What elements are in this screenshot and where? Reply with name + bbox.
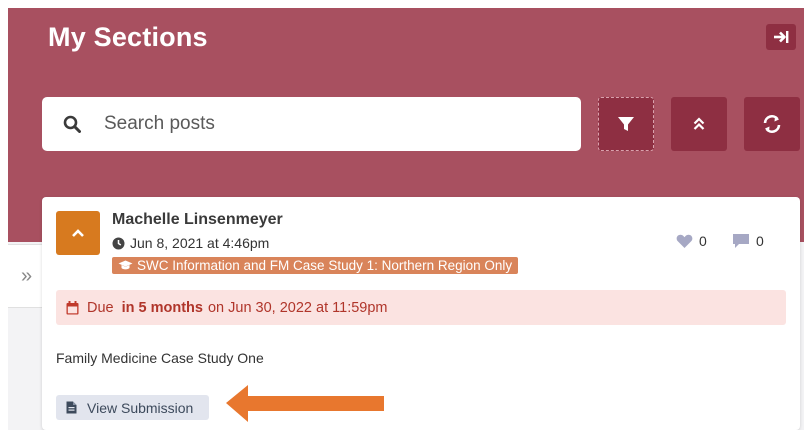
filter-icon [618,117,634,131]
section-tag-label: SWC Information and FM Case Study 1: Nor… [137,258,513,273]
page-title: My Sections [48,22,208,52]
post-author[interactable]: Machelle Linsenmeyer [112,211,283,229]
filter-button[interactable] [598,97,654,151]
post-description: Family Medicine Case Study One [56,350,264,366]
view-submission-label: View Submission [87,399,194,416]
post-date-text: Jun 8, 2021 at 4:46pm [130,235,270,251]
refresh-button[interactable] [744,97,800,151]
heart-icon [676,234,693,248]
search-icon [63,115,81,133]
calendar-icon [66,300,79,314]
double-chevron-right-icon: » [20,264,33,287]
exit-button[interactable] [766,24,796,50]
like-button[interactable]: 0 [676,233,707,249]
comment-count: 0 [756,233,764,249]
comment-button[interactable]: 0 [732,233,764,249]
collapse-post-button[interactable] [56,211,100,255]
post-card: Machelle Linsenmeyer Jun 8, 2021 at 4:46… [42,197,800,430]
post-date: Jun 8, 2021 at 4:46pm [112,235,269,251]
search-box[interactable] [42,97,581,151]
frame-top [0,0,804,8]
due-absolute: on Jun 30, 2022 at 11:59pm [207,299,388,316]
comment-icon [733,234,749,248]
clock-icon [112,237,125,249]
refresh-icon [763,115,781,133]
chevron-up-icon [72,229,84,237]
search-input[interactable] [104,111,564,137]
file-icon [66,401,77,414]
double-chevron-up-icon [693,117,705,130]
left-strip [0,242,8,430]
collapse-all-button[interactable] [671,97,727,151]
view-submission-button[interactable]: View Submission [56,395,209,420]
due-date-banner: Due in 5 months on Jun 30, 2022 at 11:59… [56,290,786,325]
graduation-cap-icon [118,260,133,270]
due-prefix: Due [87,299,114,316]
sidebar-toggle-button[interactable]: » [8,244,46,308]
like-count: 0 [699,233,707,249]
annotation-arrow [226,385,384,422]
arrow-to-right-icon [774,31,789,43]
section-tag[interactable]: SWC Information and FM Case Study 1: Nor… [112,257,519,274]
due-relative: in 5 months [121,299,203,316]
